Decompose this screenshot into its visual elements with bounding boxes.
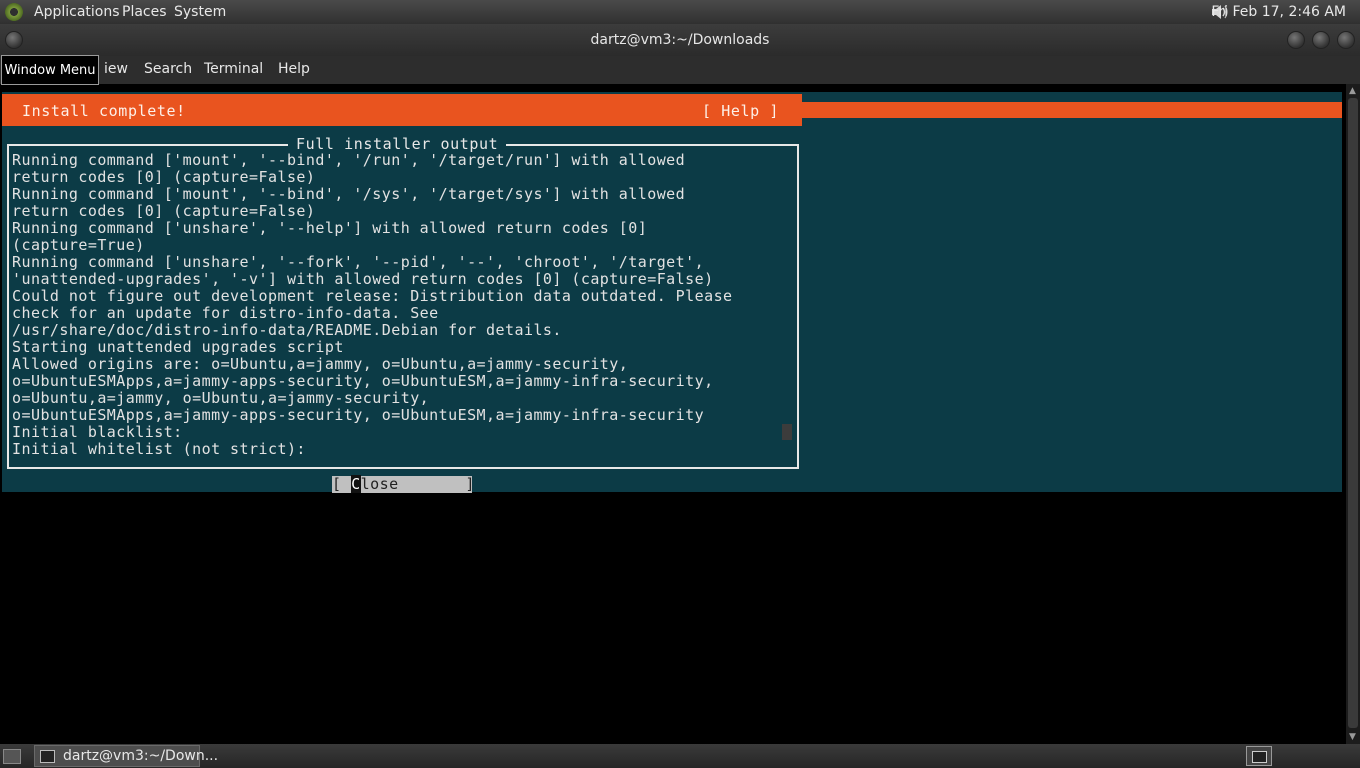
output-line: Could not figure out development release… [12,287,733,305]
output-line: Starting unattended upgrades script [12,338,344,356]
output-line: Running command ['mount', '--bind', '/sy… [12,185,686,203]
menu-terminal[interactable]: Terminal [204,61,263,77]
output-line: Initial blacklist: [12,423,183,441]
top-panel: Applications Places System Fri Feb 17, 2… [0,0,1360,24]
output-scroll-indicator[interactable] [782,424,792,440]
text-cursor: C [351,475,361,493]
maximize-icon[interactable] [1312,31,1330,49]
distro-logo-icon[interactable] [5,3,23,21]
bottom-panel: dartz@vm3:~/Down... [0,744,1360,768]
scroll-down-icon[interactable]: ▼ [1349,732,1356,742]
show-desktop-icon[interactable] [3,749,21,764]
menu-help[interactable]: Help [278,61,310,77]
terminal-scrollbar[interactable]: ▲ ▼ [1346,84,1360,744]
close-button-label: lose ] [360,475,475,493]
menu-search[interactable]: Search [144,61,192,77]
workspace-thumbnail [1252,751,1267,763]
output-line: Running command ['unshare', '--fork', '-… [12,253,705,271]
output-line: Running command ['mount', '--bind', '/ru… [12,151,686,169]
system-menu[interactable]: System [174,4,226,20]
close-button[interactable]: [ Close ] [332,475,475,493]
taskbar-item-terminal[interactable]: dartz@vm3:~/Down... [34,745,218,767]
output-line: o=UbuntuESMApps,a=jammy-apps-security, o… [12,406,705,424]
help-button[interactable]: [ Help ] [702,102,779,120]
menu-view[interactable]: iew [104,61,128,77]
output-line: Initial whitelist (not strict): [12,440,306,458]
installer-header: Install complete! [ Help ] [2,94,802,126]
install-status: Install complete! [22,102,186,120]
terminal-icon [40,750,55,763]
output-line: o=UbuntuESMApps,a=jammy-apps-security, o… [12,372,714,390]
window-titlebar[interactable]: dartz@vm3:~/Downloads [0,24,1360,56]
window-menu-tooltip: Window Menu [1,55,99,85]
terminal-menubar: iew Search Terminal Help [0,56,1360,84]
clock[interactable]: Fri Feb 17, 2:46 AM [1211,4,1346,20]
minimize-icon[interactable] [1287,31,1305,49]
close-window-icon[interactable] [1337,31,1355,49]
scroll-up-icon[interactable]: ▲ [1349,86,1356,96]
header-strip [802,102,1342,118]
output-line: check for an update for distro-info-data… [12,304,439,322]
output-line: return codes [0] (capture=False) [12,168,316,186]
workspace-switcher-icon[interactable] [1246,746,1272,766]
installer-output-log[interactable]: Running command ['mount', '--bind', '/ru… [12,152,733,458]
places-menu[interactable]: Places [122,4,167,20]
taskbar-item-label: dartz@vm3:~/Down... [63,748,219,764]
applications-menu[interactable]: Applications [34,4,120,20]
window-title: dartz@vm3:~/Downloads [590,32,770,48]
output-line: (capture=True) [12,236,145,254]
terminal-view[interactable]: Install complete! [ Help ] Full installe… [0,84,1346,744]
output-line: Running command ['unshare', '--help'] wi… [12,219,648,237]
close-button-prefix: [ [332,475,352,493]
output-line: o=Ubuntu,a=jammy, o=Ubuntu,a=jammy-secur… [12,389,430,407]
output-line: Allowed origins are: o=Ubuntu,a=jammy, o… [12,355,629,373]
scrollbar-thumb[interactable] [1348,98,1358,728]
output-line: 'unattended-upgrades', '-v'] with allowe… [12,270,714,288]
output-line: return codes [0] (capture=False) [12,202,316,220]
output-line: /usr/share/doc/distro-info-data/README.D… [12,321,562,339]
